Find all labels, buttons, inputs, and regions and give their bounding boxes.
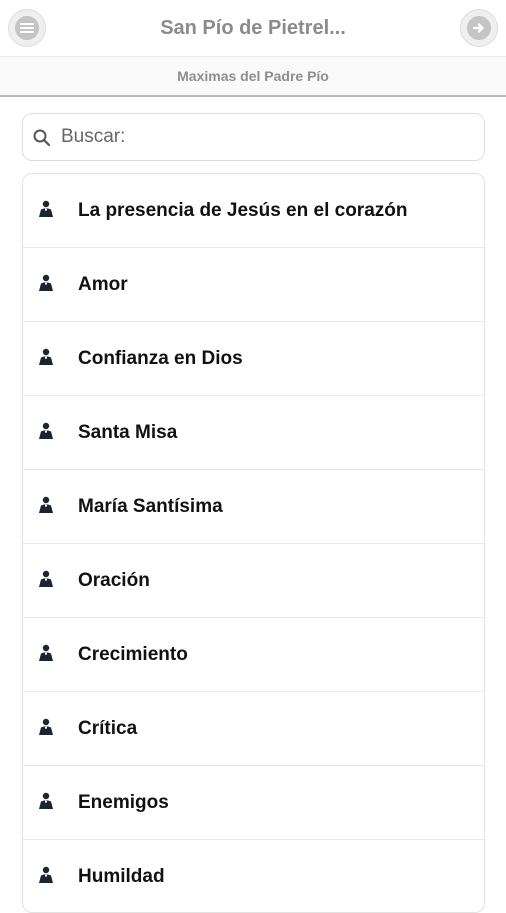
list-item-label: Amor bbox=[78, 274, 128, 295]
priest-icon bbox=[37, 422, 55, 440]
priest-icon bbox=[37, 644, 55, 662]
list-item-label: María Santísima bbox=[78, 496, 223, 517]
list-item[interactable]: Oración bbox=[23, 544, 484, 618]
list-item-label: Enemigos bbox=[78, 792, 169, 813]
search-box bbox=[22, 113, 485, 161]
list-item[interactable]: Confianza en Dios bbox=[23, 322, 484, 396]
priest-icon bbox=[37, 200, 55, 218]
forward-button[interactable] bbox=[460, 9, 498, 47]
priest-icon bbox=[37, 348, 55, 366]
search-input[interactable] bbox=[61, 114, 471, 160]
section-subtitle: Maximas del Padre Pío bbox=[0, 57, 506, 97]
priest-icon bbox=[37, 496, 55, 514]
priest-icon bbox=[37, 570, 55, 588]
list-item[interactable]: Enemigos bbox=[23, 766, 484, 840]
priest-icon bbox=[37, 866, 55, 884]
list-item-label: Santa Misa bbox=[78, 422, 178, 443]
list-item-label: Oración bbox=[78, 570, 150, 591]
page-title: San Pío de Pietrel... bbox=[160, 17, 346, 39]
list-item[interactable]: Amor bbox=[23, 248, 484, 322]
list-item-label: Humildad bbox=[78, 866, 165, 887]
list-item[interactable]: Crecimiento bbox=[23, 618, 484, 692]
forward-circle-icon bbox=[467, 16, 491, 40]
list-item[interactable]: María Santísima bbox=[23, 470, 484, 544]
maxims-list: La presencia de Jesús en el corazón Amor… bbox=[22, 173, 485, 913]
menu-button[interactable] bbox=[8, 9, 46, 47]
list-item[interactable]: Santa Misa bbox=[23, 396, 484, 470]
list-item-label: Crecimiento bbox=[78, 644, 188, 665]
menu-circle-icon bbox=[15, 16, 39, 40]
list-item[interactable]: Crítica bbox=[23, 692, 484, 766]
search-icon bbox=[32, 128, 52, 148]
priest-icon bbox=[37, 792, 55, 810]
list-item-label: Confianza en Dios bbox=[78, 348, 243, 369]
priest-icon bbox=[37, 718, 55, 736]
list-item[interactable]: Humildad bbox=[23, 840, 484, 912]
list-item-label: Crítica bbox=[78, 718, 138, 739]
list-item[interactable]: La presencia de Jesús en el corazón bbox=[23, 174, 484, 248]
list-item-label: La presencia de Jesús en el corazón bbox=[78, 200, 408, 221]
priest-icon bbox=[37, 274, 55, 292]
app-header: San Pío de Pietrel... bbox=[0, 0, 506, 57]
